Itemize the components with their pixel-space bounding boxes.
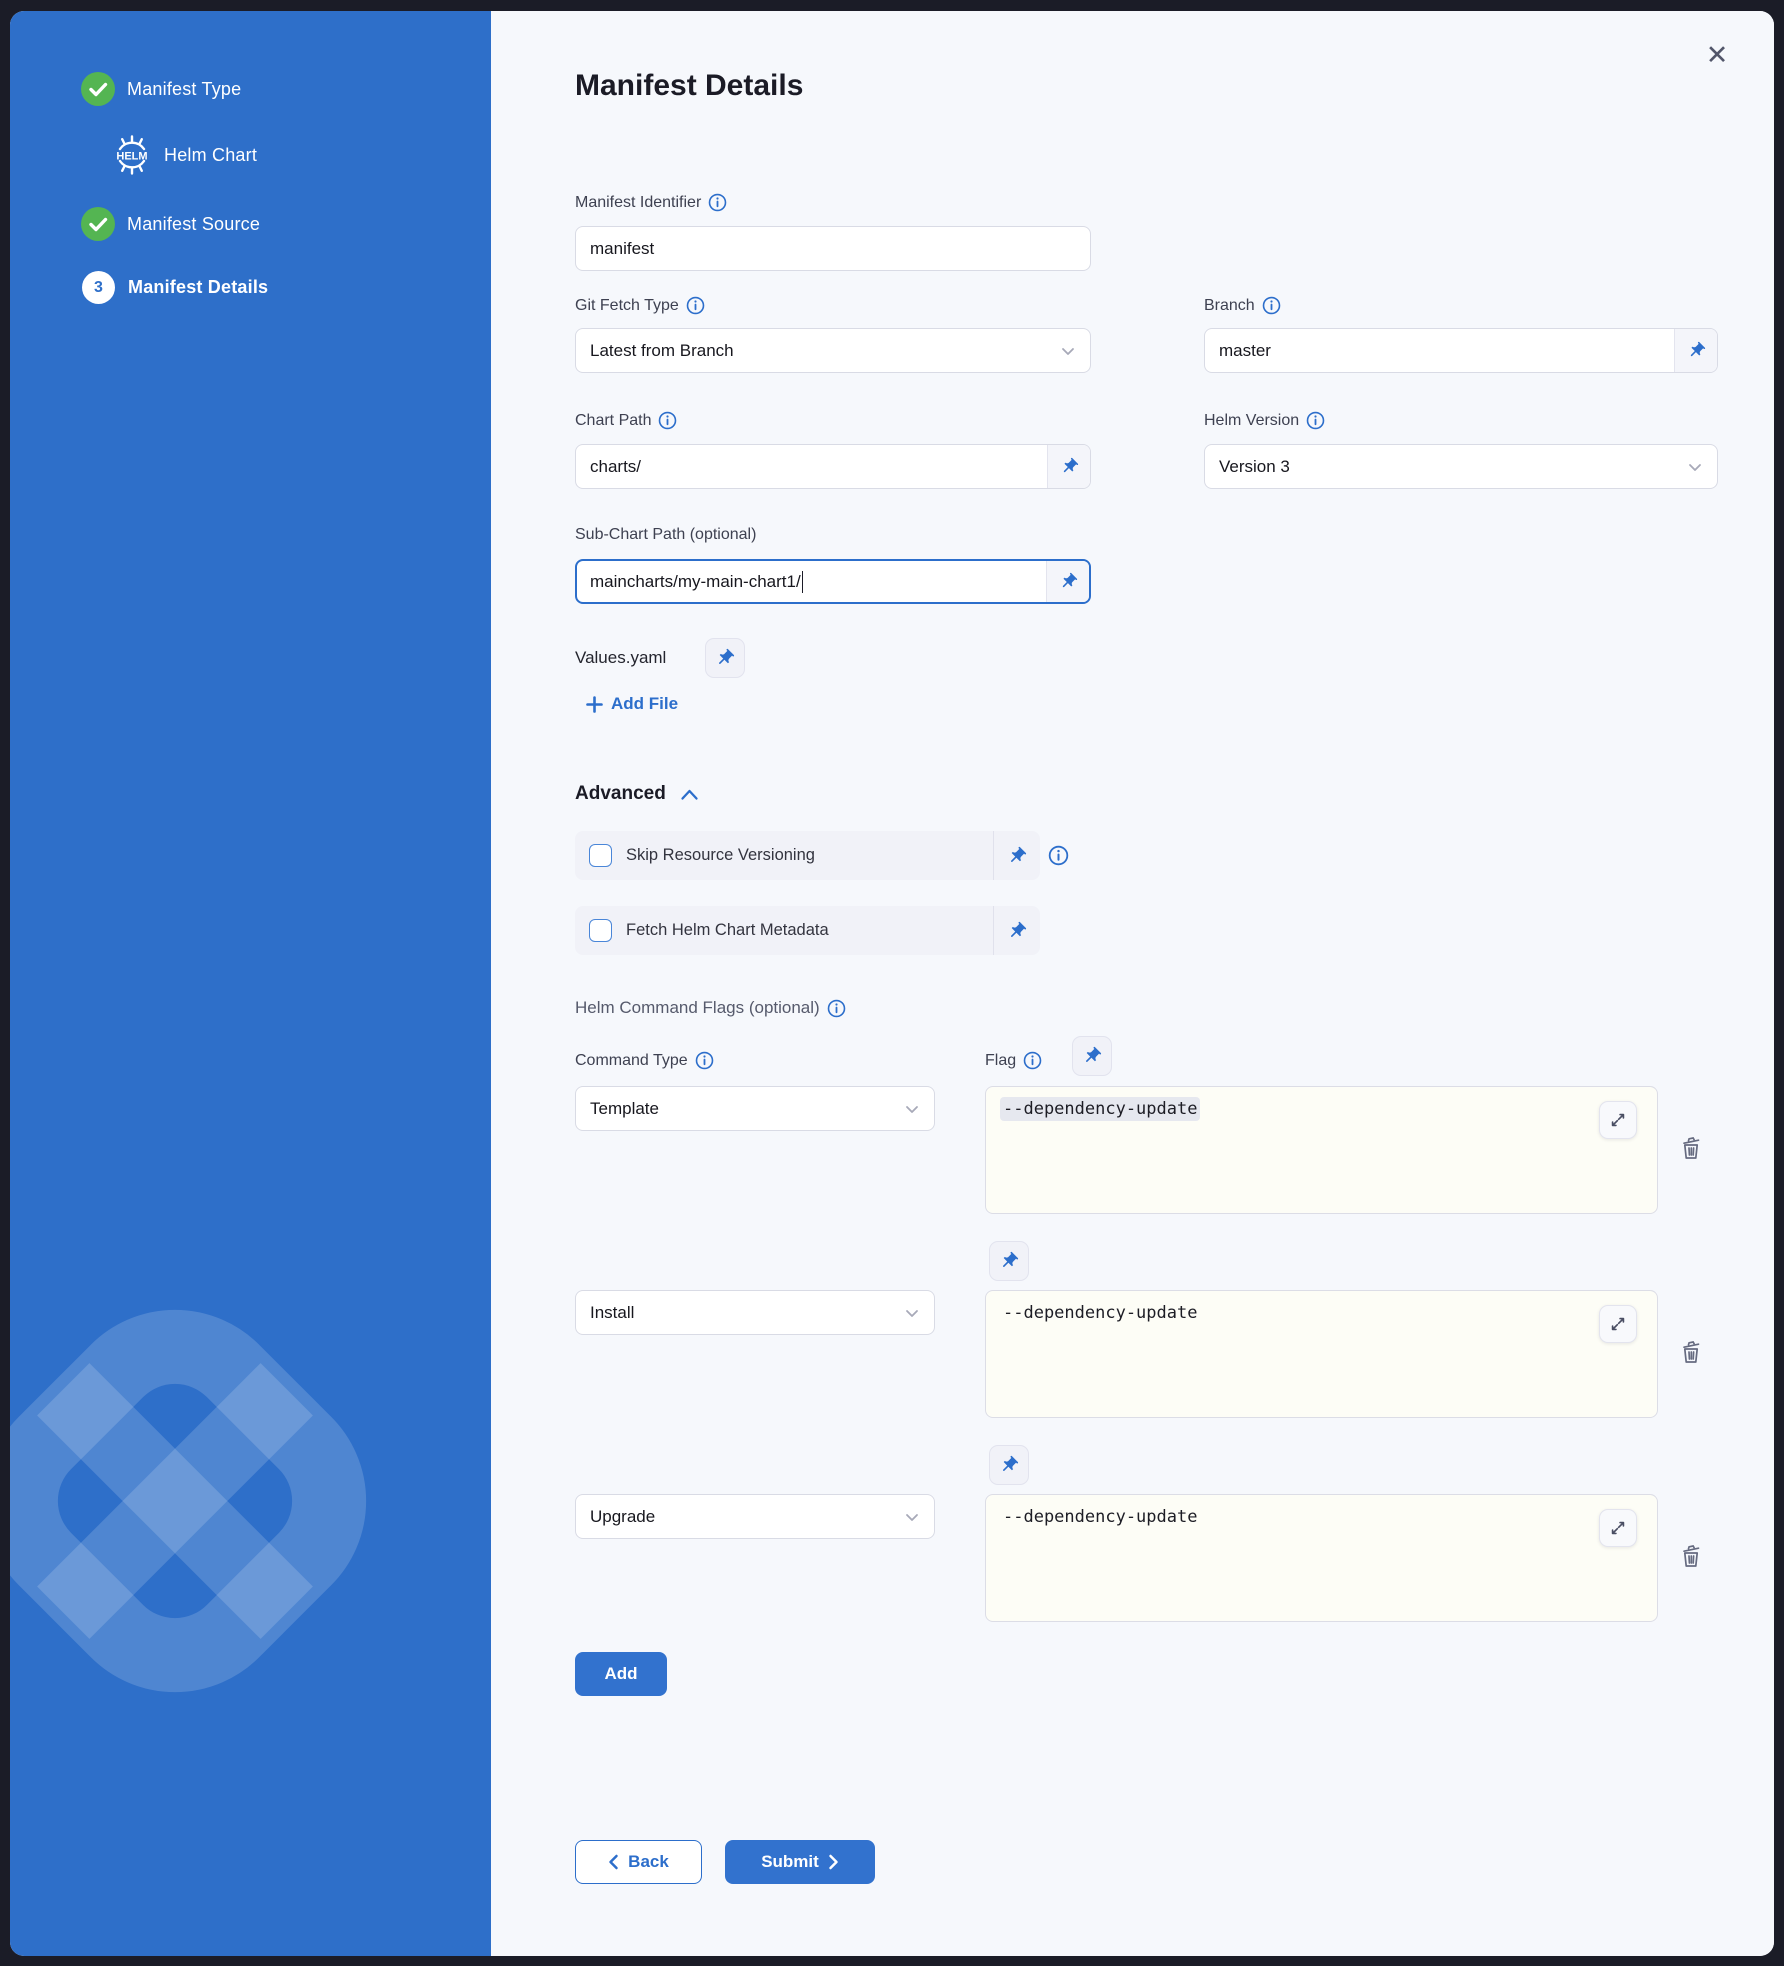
page-title: Manifest Details (575, 69, 803, 103)
chevron-right-icon (828, 1854, 839, 1870)
helm-version-select[interactable]: Version 3 (1204, 444, 1718, 489)
checkbox-label: Skip Resource Versioning (626, 846, 993, 865)
wizard-steps-sidebar: Manifest Type HELM Helm Chart (10, 11, 491, 1956)
fetch-helm-chart-metadata-row: Fetch Helm Chart Metadata (575, 906, 1040, 955)
info-icon[interactable] (1023, 1051, 1042, 1070)
chart-path-label: Chart Path (575, 411, 677, 430)
pin-icon[interactable] (993, 906, 1040, 955)
harness-logo-watermark (10, 1231, 445, 1771)
flag-pin-button[interactable] (1072, 1036, 1112, 1076)
manifest-identifier-label: Manifest Identifier (575, 193, 727, 212)
step-label: Helm Chart (164, 145, 257, 166)
expand-icon[interactable] (1599, 1101, 1637, 1139)
skip-resource-versioning-checkbox[interactable] (589, 844, 612, 867)
step-manifest-details[interactable]: 3 Manifest Details (82, 271, 268, 304)
expand-icon[interactable] (1599, 1305, 1637, 1343)
helm-version-label: Helm Version (1204, 411, 1325, 430)
chart-path-input[interactable] (576, 457, 1047, 477)
delete-flag-icon[interactable] (1677, 1542, 1705, 1572)
close-icon[interactable]: ✕ (1699, 37, 1735, 73)
flag-pin-button[interactable] (989, 1241, 1029, 1281)
add-button[interactable]: Add (575, 1652, 667, 1696)
chart-path-field[interactable] (575, 444, 1091, 489)
chevron-down-icon (1058, 341, 1078, 361)
step-label: Manifest Source (127, 214, 260, 235)
chevron-down-icon (902, 1303, 922, 1323)
step-manifest-source[interactable]: Manifest Source (81, 207, 260, 241)
helm-wheel-icon: HELM (111, 134, 153, 176)
command-type-select-template[interactable]: Template (575, 1086, 935, 1131)
manifest-identifier-field[interactable] (575, 226, 1091, 271)
manifest-wizard-modal: Manifest Type HELM Helm Chart (10, 11, 1774, 1956)
helm-command-flags-label: Helm Command Flags (optional) (575, 998, 846, 1018)
flag-textarea-template[interactable]: --dependency-update (985, 1086, 1658, 1214)
delete-flag-icon[interactable] (1677, 1134, 1705, 1164)
command-type-select-upgrade[interactable]: Upgrade (575, 1494, 935, 1539)
delete-flag-icon[interactable] (1677, 1338, 1705, 1368)
plus-icon (586, 696, 603, 713)
pin-icon[interactable] (1046, 561, 1089, 602)
info-icon[interactable] (658, 411, 677, 430)
info-icon[interactable] (708, 193, 727, 212)
screen-background: Manifest Type HELM Helm Chart (0, 0, 1784, 1966)
step-manifest-type[interactable]: Manifest Type (81, 72, 241, 106)
step-label: Manifest Type (127, 79, 241, 100)
advanced-section-toggle[interactable]: Advanced (575, 783, 699, 805)
back-button[interactable]: Back (575, 1840, 702, 1884)
branch-label: Branch (1204, 296, 1281, 315)
info-icon[interactable] (686, 296, 705, 315)
chevron-left-icon (608, 1854, 619, 1870)
git-fetch-type-select[interactable]: Latest from Branch (575, 328, 1091, 373)
chevron-down-icon (1685, 457, 1705, 477)
values-yaml-pin-button[interactable] (705, 638, 745, 678)
git-fetch-type-label: Git Fetch Type (575, 296, 705, 315)
submit-button[interactable]: Submit (725, 1840, 875, 1884)
manifest-details-panel: ✕ Manifest Details Manifest Identifier G… (491, 11, 1774, 1956)
manifest-identifier-input[interactable] (576, 239, 1090, 259)
fetch-helm-chart-metadata-checkbox[interactable] (589, 919, 612, 942)
expand-icon[interactable] (1599, 1509, 1637, 1547)
check-circle-icon (81, 207, 115, 241)
flag-textarea-install[interactable]: --dependency-update (985, 1290, 1658, 1418)
chevron-up-icon (680, 788, 699, 801)
info-icon[interactable] (695, 1051, 714, 1070)
check-circle-icon (81, 72, 115, 106)
flag-label: Flag (985, 1051, 1042, 1070)
branch-input[interactable] (1205, 341, 1674, 361)
svg-text:HELM: HELM (116, 151, 147, 163)
flag-textarea-upgrade[interactable]: --dependency-update (985, 1494, 1658, 1622)
step-number-badge: 3 (82, 271, 115, 304)
step-label: Manifest Details (128, 277, 268, 298)
add-file-button[interactable]: Add File (586, 694, 678, 714)
chevron-down-icon (902, 1507, 922, 1527)
info-icon[interactable] (1262, 296, 1281, 315)
branch-field[interactable] (1204, 328, 1718, 373)
info-icon[interactable] (1306, 411, 1325, 430)
command-type-label: Command Type (575, 1051, 714, 1070)
info-icon[interactable] (827, 999, 846, 1018)
step-helm-chart[interactable]: HELM Helm Chart (111, 134, 257, 176)
skip-resource-versioning-row: Skip Resource Versioning (575, 831, 1040, 880)
sub-chart-path-field[interactable]: maincharts/my-main-chart1/ (575, 559, 1091, 604)
pin-icon[interactable] (993, 831, 1040, 880)
pin-icon[interactable] (1047, 445, 1090, 488)
pin-icon[interactable] (1674, 329, 1717, 372)
text-cursor (802, 571, 804, 593)
info-icon[interactable] (1048, 845, 1069, 866)
checkbox-label: Fetch Helm Chart Metadata (626, 921, 993, 940)
chevron-down-icon (902, 1099, 922, 1119)
sub-chart-path-label: Sub-Chart Path (optional) (575, 526, 756, 544)
command-type-select-install[interactable]: Install (575, 1290, 935, 1335)
values-yaml-label: Values.yaml (575, 648, 666, 668)
flag-pin-button[interactable] (989, 1445, 1029, 1485)
